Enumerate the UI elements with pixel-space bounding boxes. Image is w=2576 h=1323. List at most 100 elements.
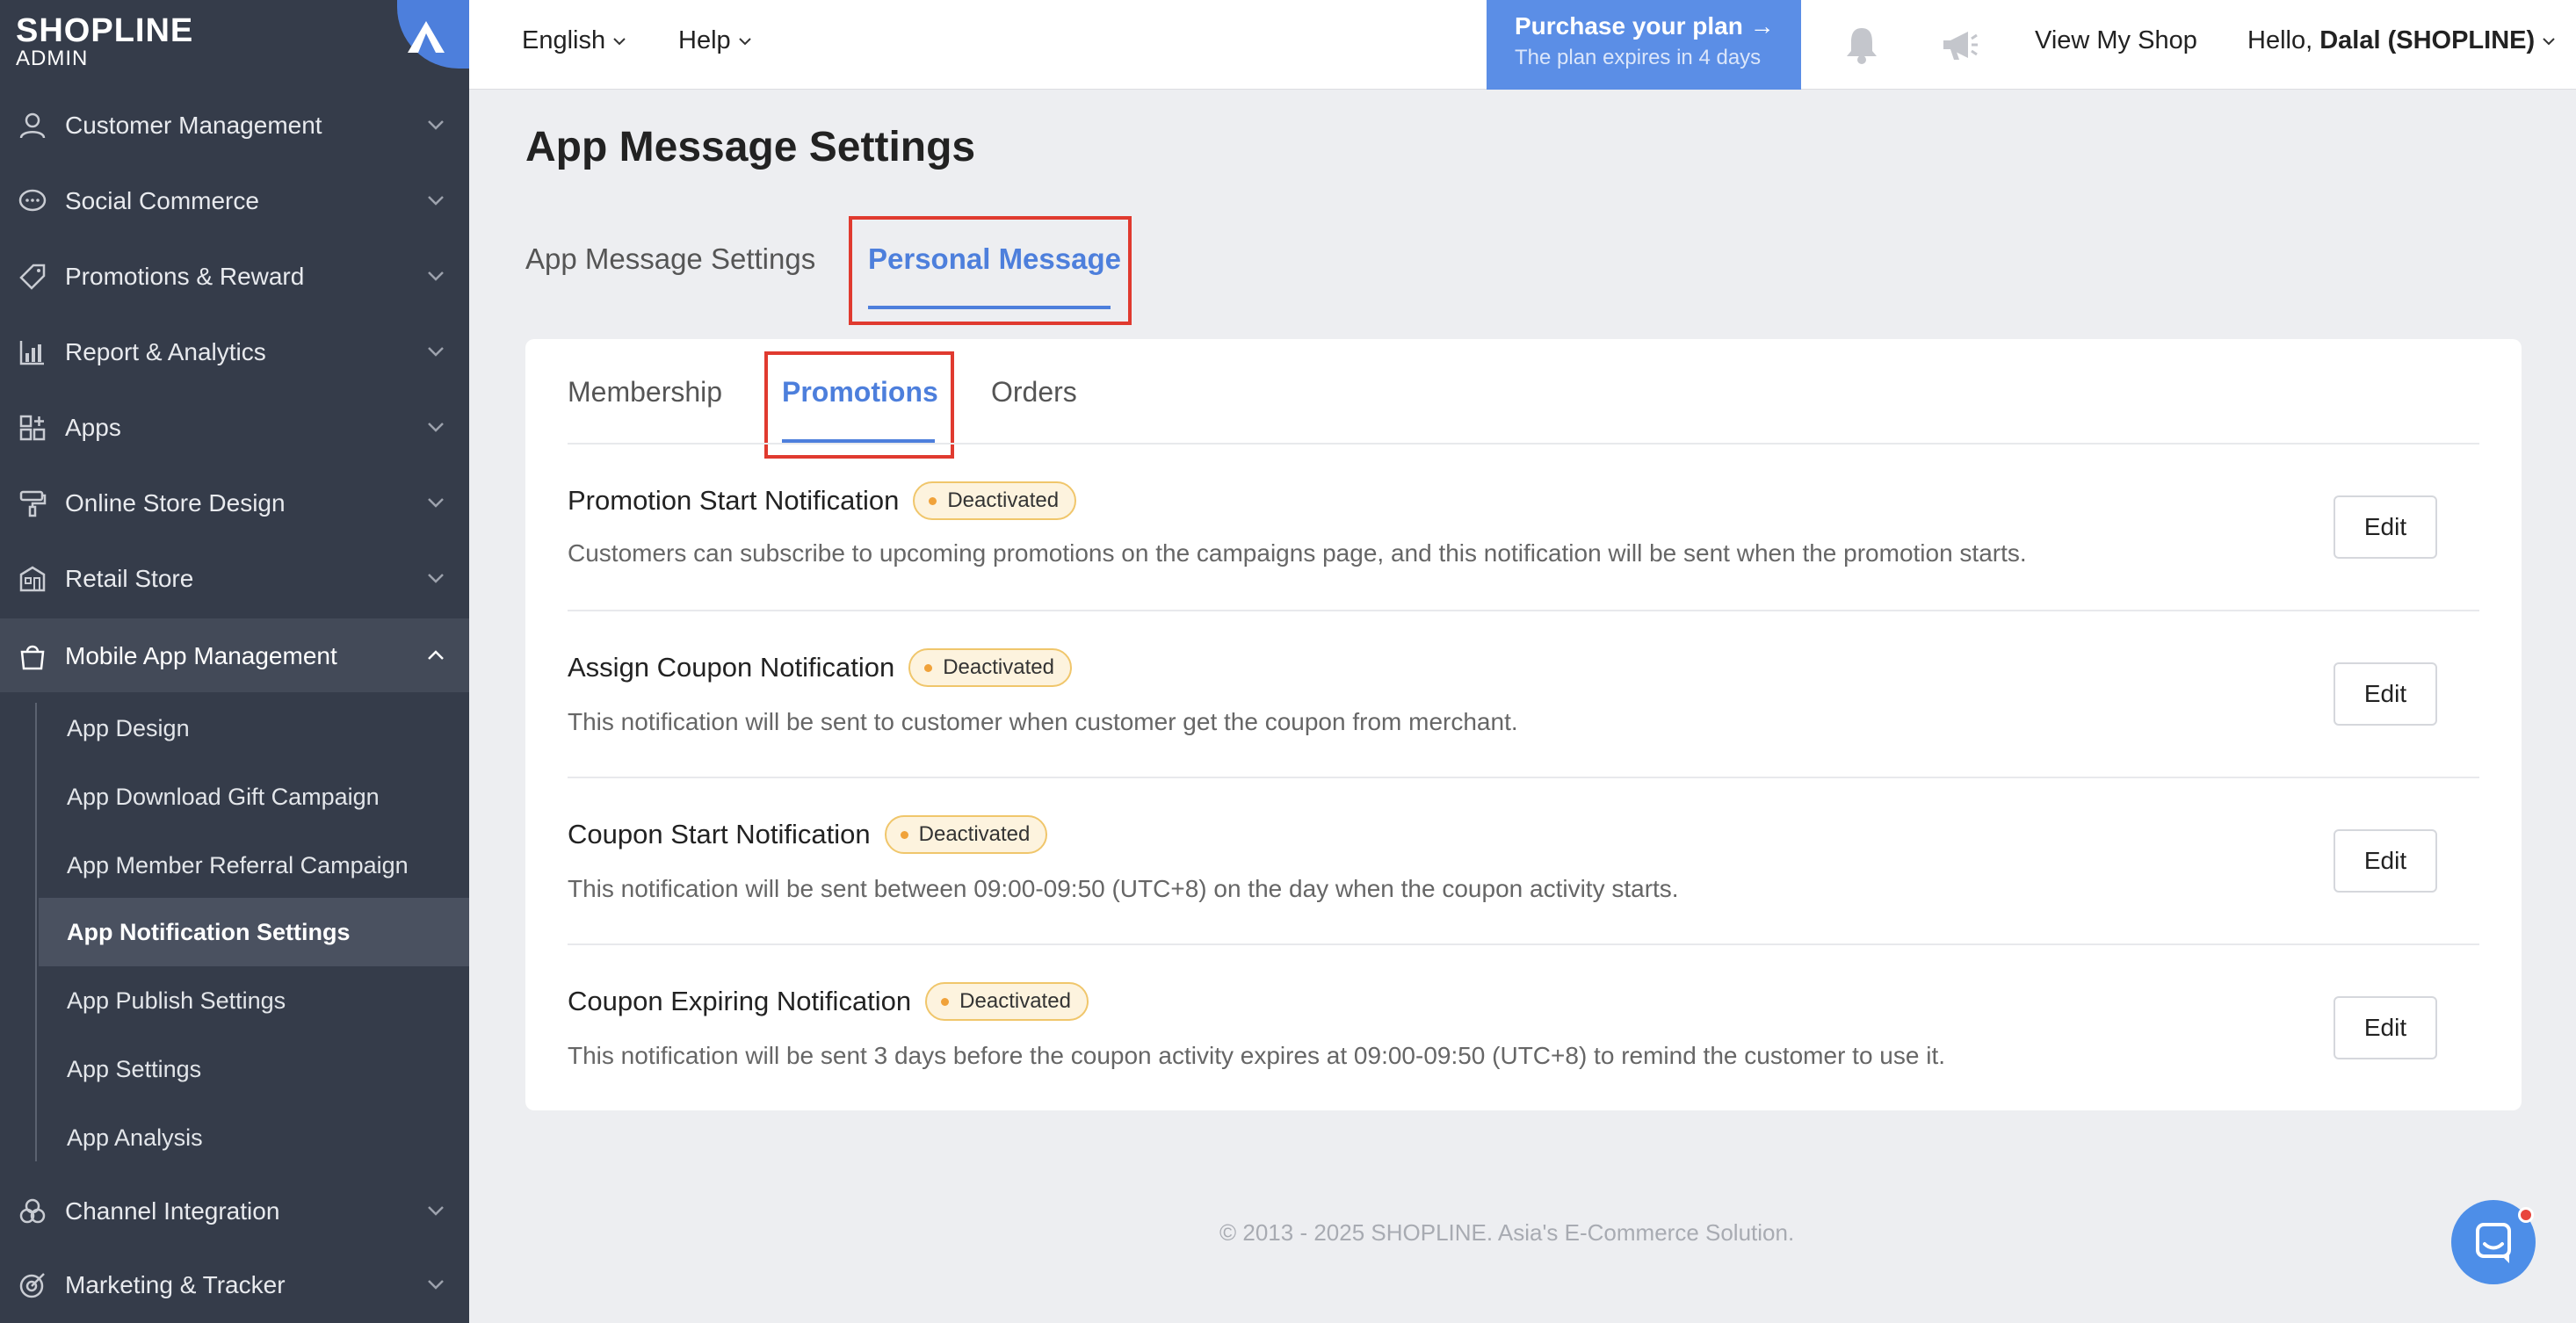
- target-icon: [19, 1273, 45, 1298]
- plan-expiry-text: The plan expires in 4 days: [1515, 46, 1762, 69]
- notification-row-title: Assign Coupon Notification Deactivated: [568, 648, 1072, 687]
- notification-row-title: Coupon Expiring Notification Deactivated: [568, 982, 1089, 1021]
- sidebar-subitem-app-member-referral-campaign[interactable]: App Member Referral Campaign: [39, 831, 469, 900]
- paint-roller-icon: [19, 490, 47, 517]
- status-dot: [941, 997, 950, 1006]
- subtab-membership[interactable]: Membership: [568, 376, 722, 408]
- sidebar-item-label: Mobile App Management: [65, 642, 337, 669]
- status-badge: Deactivated: [884, 815, 1048, 854]
- chart-icon: [19, 341, 44, 365]
- status-label: Deactivated: [943, 655, 1054, 679]
- edit-button[interactable]: Edit: [2334, 996, 2437, 1059]
- status-dot: [929, 496, 937, 505]
- sidebar-item-apps[interactable]: Apps: [0, 390, 469, 466]
- logo-badge[interactable]: [397, 0, 469, 69]
- row-divider: [568, 610, 2479, 611]
- notification-row-title: Promotion Start Notification Deactivated: [568, 481, 1077, 520]
- purchase-plan-title: Purchase your plan →: [1515, 12, 1775, 40]
- sidebar-item-label: Retail Store: [65, 565, 194, 592]
- logo[interactable]: SHOPLINE ADMIN: [16, 14, 193, 70]
- chevron-down-icon: [428, 574, 444, 583]
- language-label: English: [522, 26, 606, 54]
- sidebar-subitem-app-analysis[interactable]: App Analysis: [39, 1103, 469, 1172]
- status-label: Deactivated: [918, 822, 1031, 846]
- sidebar-item-label: Online Store Design: [65, 489, 286, 517]
- channels-icon: [19, 1198, 46, 1224]
- notification-title: Coupon Start Notification: [568, 819, 871, 849]
- footer-copyright: © 2013 - 2025 SHOPLINE. Asia's E-Commerc…: [1219, 1219, 1795, 1246]
- chevron-up-icon: [428, 650, 444, 660]
- view-my-shop-link[interactable]: View My Shop: [2035, 26, 2197, 55]
- sidebar-item-label: Report & Analytics: [65, 338, 266, 365]
- sidebar: SHOPLINE ADMIN Customer Management Socia…: [0, 0, 469, 1323]
- sidebar-subitem-app-download-gift-campaign[interactable]: App Download Gift Campaign: [39, 763, 469, 831]
- language-dropdown[interactable]: English: [522, 26, 626, 55]
- chat-bubble-icon: [18, 189, 47, 212]
- notification-row-title: Coupon Start Notification Deactivated: [568, 815, 1048, 854]
- sidebar-item-label: Customer Management: [65, 112, 322, 139]
- notification-title: Coupon Expiring Notification: [568, 986, 912, 1016]
- logo-sub: ADMIN: [16, 47, 89, 70]
- tab-app-message-settings[interactable]: App Message Settings: [525, 242, 815, 276]
- top-bar: English Help Purchase your plan → The pl…: [469, 0, 2576, 90]
- sidebar-subitem-app-design[interactable]: App Design: [39, 694, 469, 763]
- store-icon: [19, 566, 46, 592]
- megaphone-icon[interactable]: [1938, 23, 1982, 67]
- chevron-down-icon: [2543, 37, 2555, 45]
- notification-dot: [2518, 1207, 2534, 1223]
- edit-button[interactable]: Edit: [2334, 662, 2437, 726]
- purchase-plan-button[interactable]: Purchase your plan → The plan expires in…: [1487, 0, 1801, 90]
- sidebar-item-report-analytics[interactable]: Report & Analytics: [0, 314, 469, 390]
- logo-brand: SHOPLINE: [16, 12, 194, 49]
- sidebar-item-label: Marketing & Tracker: [65, 1271, 286, 1298]
- subtab-orders[interactable]: Orders: [991, 376, 1077, 408]
- page-title: App Message Settings: [525, 124, 976, 170]
- status-badge: Deactivated: [913, 481, 1077, 520]
- sidebar-item-label: Social Commerce: [65, 187, 259, 214]
- chevron-down-icon: [428, 120, 444, 130]
- status-label: Deactivated: [947, 488, 1060, 512]
- chevron-down-icon: [428, 498, 444, 508]
- notification-description: This notification will be sent 3 days be…: [568, 1042, 1946, 1069]
- sidebar-item-customer-management[interactable]: Customer Management: [0, 88, 469, 163]
- sidebar-subitem-app-notification-settings[interactable]: App Notification Settings: [39, 898, 469, 966]
- submenu-guide-line: [35, 703, 37, 1161]
- row-divider: [568, 943, 2479, 945]
- chevron-down-icon: [738, 37, 751, 45]
- sidebar-item-online-store-design[interactable]: Online Store Design: [0, 466, 469, 541]
- chevron-down-icon: [428, 347, 444, 357]
- notification-description: This notification will be sent between 0…: [568, 875, 1679, 902]
- user-name: Dalal (SHOPLINE): [2319, 26, 2536, 54]
- chevron-down-icon: [428, 1280, 444, 1290]
- apps-grid-icon: [19, 415, 46, 441]
- sidebar-subitem-app-publish-settings[interactable]: App Publish Settings: [39, 966, 469, 1035]
- status-dot: [924, 663, 933, 672]
- sidebar-item-mobile-app-management[interactable]: Mobile App Management: [0, 618, 469, 694]
- subtab-divider: [568, 443, 2479, 445]
- notification-description: This notification will be sent to custom…: [568, 708, 1518, 735]
- edit-button[interactable]: Edit: [2334, 829, 2437, 893]
- sidebar-item-label: Promotions & Reward: [65, 263, 305, 290]
- status-label: Deactivated: [959, 989, 1071, 1013]
- user-icon: [19, 112, 46, 139]
- sidebar-subitem-app-settings[interactable]: App Settings: [39, 1035, 469, 1103]
- chevron-down-icon: [428, 1206, 444, 1216]
- sidebar-item-promotions-reward[interactable]: Promotions & Reward: [0, 239, 469, 314]
- sidebar-item-retail-store[interactable]: Retail Store: [0, 541, 469, 617]
- sidebar-item-channel-integration[interactable]: Channel Integration: [0, 1174, 469, 1249]
- notification-description: Customers can subscribe to upcoming prom…: [568, 539, 2027, 567]
- help-dropdown[interactable]: Help: [678, 26, 752, 55]
- sidebar-item-social-commerce[interactable]: Social Commerce: [0, 163, 469, 239]
- sidebar-item-marketing-tracker[interactable]: Marketing & Tracker: [0, 1247, 469, 1323]
- chevron-down-icon: [428, 196, 444, 206]
- edit-button[interactable]: Edit: [2334, 495, 2437, 559]
- user-menu[interactable]: Hello, Dalal (SHOPLINE): [2247, 26, 2556, 55]
- notification-title: Promotion Start Notification: [568, 485, 900, 516]
- chevron-down-icon: [428, 423, 444, 432]
- status-badge: Deactivated: [908, 648, 1072, 687]
- notification-title: Assign Coupon Notification: [568, 652, 895, 683]
- bell-icon[interactable]: [1840, 23, 1884, 67]
- highlight-box-personal-message: [849, 216, 1132, 325]
- row-divider: [568, 777, 2479, 778]
- status-dot: [900, 830, 908, 839]
